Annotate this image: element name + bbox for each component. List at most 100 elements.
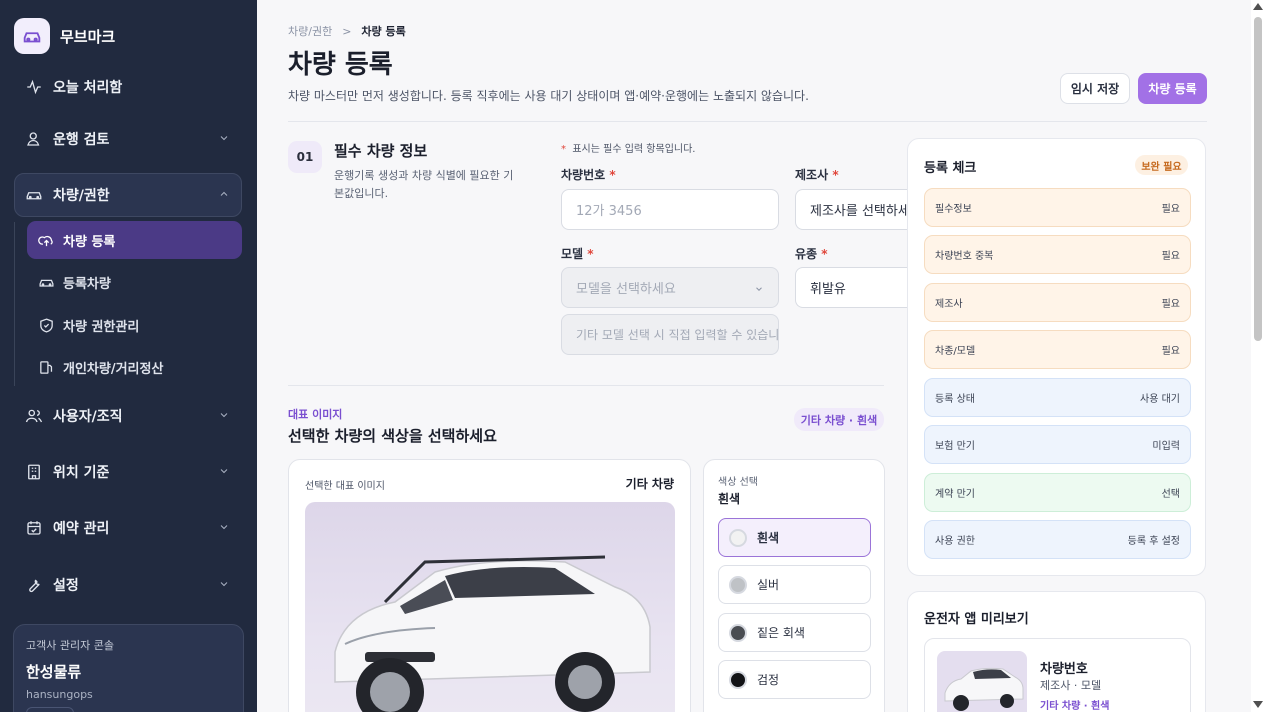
- sub-item-registered-vehicles[interactable]: 등록차량: [27, 263, 242, 301]
- chevron-down-icon: [218, 578, 232, 592]
- user-check-icon: [24, 129, 44, 149]
- scrollbar[interactable]: [1251, 0, 1265, 712]
- fuel-label-text: 유종: [795, 247, 818, 261]
- check-row[interactable]: 등록 상태 사용 대기: [924, 378, 1191, 417]
- check-row[interactable]: 차종/모델 필요: [924, 330, 1191, 369]
- fuel-select[interactable]: 휘발유: [795, 267, 907, 308]
- preview-plate: 차량번호: [1040, 662, 1088, 677]
- color-dot: [729, 575, 747, 594]
- required-note: * 표시는 필수 입력 항목입니다.: [561, 140, 695, 155]
- check-row[interactable]: 차량번호 중복 필요: [924, 235, 1191, 274]
- check-label: 등록 상태: [935, 394, 975, 405]
- image-card-name: 기타 차량: [625, 477, 674, 491]
- building-icon: [24, 462, 44, 482]
- check-value: 선택: [1161, 489, 1180, 500]
- maker-select[interactable]: 제조사를 선택하세요: [795, 189, 907, 230]
- console-button[interactable]: [26, 707, 74, 712]
- check-title: 등록 체크: [924, 161, 977, 176]
- model-label-text: 모델: [561, 247, 584, 261]
- color-dot: [729, 528, 747, 547]
- car-icon: [24, 185, 44, 205]
- brand[interactable]: 무브마크: [14, 18, 115, 54]
- sub-item-vehicle-permission[interactable]: 차량 권한관리: [27, 306, 242, 344]
- breadcrumb-parent[interactable]: 차량/권한: [288, 23, 332, 39]
- check-label: 계약 만기: [935, 489, 975, 500]
- check-row[interactable]: 보험 만기 미입력: [924, 425, 1191, 464]
- plate-label: 차량번호 *: [561, 166, 616, 183]
- nav-item-drive-review[interactable]: 운행 검토: [14, 119, 242, 159]
- scrollbar-thumb[interactable]: [1254, 17, 1262, 341]
- sub-label: 차량 등록: [63, 234, 116, 250]
- fuel-icon: [37, 358, 55, 376]
- color-option-white[interactable]: 흰색: [718, 518, 871, 557]
- nav-label: 사용자/조직: [53, 409, 123, 425]
- image-preview-card: 선택한 대표 이미지 기타 차량: [288, 459, 691, 712]
- breadcrumb: 차량/권한 > 차량 등록: [288, 23, 406, 39]
- sub-label: 개인차량/거리정산: [63, 361, 164, 377]
- check-label: 제조사: [935, 299, 963, 310]
- nav-label: 위치 기준: [53, 465, 110, 481]
- nav-item-reservation[interactable]: 예약 관리: [14, 508, 242, 548]
- maker-label-text: 제조사: [795, 168, 829, 182]
- scroll-up-arrow-icon[interactable]: [1253, 3, 1263, 10]
- check-row[interactable]: 필수정보 필요: [924, 188, 1191, 227]
- submenu-line: [14, 222, 15, 386]
- color-select-card: 색상 선택 흰색 흰색 실버 짙은 회색 검정: [703, 459, 885, 712]
- admin-console-card[interactable]: 고객사 관리자 콘솔 한성물류 hansungops: [13, 624, 244, 712]
- check-value: 미입력: [1152, 441, 1180, 452]
- chevron-down-icon: [218, 465, 232, 479]
- section-title: 필수 차량 정보: [334, 142, 428, 160]
- console-label: 고객사 관리자 콘솔: [26, 639, 114, 652]
- nav-item-vehicle-permission[interactable]: 차량/권한: [14, 175, 242, 215]
- check-row[interactable]: 제조사 필요: [924, 283, 1191, 322]
- sub-label: 차량 권한관리: [63, 319, 140, 335]
- car-image: [305, 502, 675, 712]
- model-select[interactable]: 모델을 선택하세요: [561, 267, 779, 308]
- custom-model-input[interactable]: 기타 모델 선택 시 직접 입력할 수 있습니다: [561, 314, 779, 355]
- brand-name: 무브마크: [60, 27, 116, 46]
- step-number: 01: [288, 141, 322, 173]
- nav-item-users[interactable]: 사용자/조직: [14, 396, 242, 436]
- plate-input[interactable]: 12가 3456: [561, 189, 779, 230]
- cloud-upload-icon: [37, 231, 55, 249]
- model-select-value: 모델을 선택하세요: [576, 282, 676, 297]
- wrench-icon: [24, 575, 44, 595]
- check-row[interactable]: 계약 만기 선택: [924, 473, 1191, 512]
- color-select-label: 색상 선택: [718, 477, 758, 488]
- sub-item-personal-vehicle[interactable]: 개인차량/거리정산: [27, 348, 242, 386]
- nav-item-settings[interactable]: 설정: [14, 565, 242, 605]
- check-label: 보험 만기: [935, 441, 975, 452]
- calendar-check-icon: [24, 518, 44, 538]
- nav-item-today[interactable]: 오늘 처리함: [14, 67, 242, 107]
- scroll-down-arrow-icon[interactable]: [1253, 701, 1263, 708]
- image-kicker: 대표 이미지: [288, 408, 343, 421]
- sub-item-vehicle-register[interactable]: 차량 등록: [27, 221, 242, 259]
- check-value: 필요: [1161, 251, 1180, 262]
- color-option-label: 짙은 회색: [757, 626, 805, 640]
- color-option-silver[interactable]: 실버: [718, 565, 871, 604]
- temp-save-button[interactable]: 임시 저장: [1060, 73, 1130, 104]
- check-row[interactable]: 사용 권한 등록 후 설정: [924, 520, 1191, 559]
- nav-label: 차량/권한: [53, 188, 110, 204]
- breadcrumb-current: 차량 등록: [361, 25, 406, 38]
- car-logo-icon: [14, 18, 50, 54]
- chevron-up-icon: [218, 188, 232, 202]
- required-star: *: [821, 247, 828, 261]
- check-value: 필요: [1161, 299, 1180, 310]
- preview-title: 운전자 앱 미리보기: [924, 612, 1029, 627]
- required-note-text: 표시는 필수 입력 항목입니다.: [572, 144, 696, 155]
- register-vehicle-button[interactable]: 차량 등록: [1138, 73, 1207, 104]
- car-icon: [37, 273, 55, 291]
- color-dot: [729, 623, 747, 642]
- sidebar: 무브마크 오늘 처리함 운행 검토 차량/권한 차량 등록 등록차량 차량 권한…: [0, 0, 257, 712]
- nav-item-location[interactable]: 위치 기준: [14, 452, 242, 492]
- section-description: 운행기록 생성과 차량 식별에 필요한 기본값입니다.: [334, 169, 514, 200]
- color-option-black[interactable]: 검정: [718, 660, 871, 699]
- driver-app-preview-card: 운전자 앱 미리보기 차량번호 제조사 · 모델 기타 차량 · 흰색: [907, 591, 1206, 712]
- maker-label: 제조사 *: [795, 166, 839, 183]
- header-divider: [288, 121, 1207, 122]
- color-option-dark-gray[interactable]: 짙은 회색: [718, 613, 871, 652]
- activity-icon: [24, 77, 44, 97]
- section-divider: [288, 385, 884, 386]
- sub-label: 등록차량: [63, 276, 111, 292]
